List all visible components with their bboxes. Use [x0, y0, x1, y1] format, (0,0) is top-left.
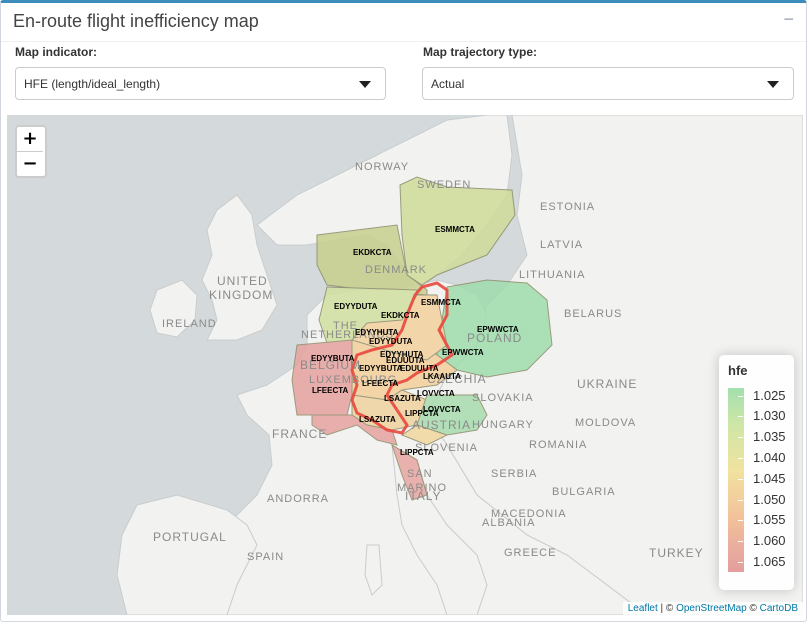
map-canvas: NORWAY SWEDEN ESTONIA LATVIA LITHUANIA D… [116, 115, 803, 615]
region-label: EKDKCTA [353, 248, 392, 257]
legend-tick: 1.050 [746, 492, 786, 507]
country-label: SWEDEN [417, 179, 471, 191]
region-label: EDYYDUTA [369, 337, 413, 346]
indicator-label: Map indicator: [15, 45, 98, 59]
openstreetmap-link[interactable]: OpenStreetMap [676, 603, 747, 614]
trajectory-select-value: Actual [431, 77, 465, 91]
country-label: SLOVAKIA [472, 392, 534, 404]
region-label: EDYYBUTA [359, 364, 403, 373]
country-label: TURKEY [649, 546, 704, 560]
legend-tick: 1.060 [746, 533, 786, 548]
country-label: SAN [407, 468, 433, 480]
legend-tick: 1.035 [746, 429, 786, 444]
region-label: EKDKCTA [381, 311, 420, 320]
country-label: BULGARIA [552, 486, 616, 498]
legend-tick: 1.055 [746, 512, 786, 527]
map-card: En-route flight inefficiency map − Map i… [0, 0, 807, 622]
attribution-separator: | © [657, 603, 677, 614]
region-label: LFEECTA [312, 386, 349, 395]
country-label: HUNGARY [472, 419, 534, 431]
country-label: UKRAINE [577, 377, 637, 391]
region-label: ESMMCTA [435, 225, 475, 234]
country-label: ROMANIA [529, 439, 587, 451]
region-label: EDYYHUTA [355, 328, 399, 337]
chevron-down-icon [767, 81, 779, 88]
country-label: ITALY [405, 489, 442, 503]
country-label: ESTONIA [540, 201, 595, 213]
country-label: FRANCE [272, 427, 327, 441]
region-label: LOVVCTA [417, 389, 455, 398]
country-label: UNITED [217, 274, 268, 288]
zoom-out-button[interactable]: − [17, 152, 43, 176]
legend-title: hfe [728, 363, 748, 378]
region-label: LIPPCTA [405, 409, 439, 418]
legend-tick: 1.025 [746, 388, 786, 403]
page-title: En-route flight inefficiency map [13, 11, 259, 31]
zoom-in-button[interactable]: + [17, 127, 43, 152]
country-label: MOLDOVA [575, 417, 636, 429]
country-label: LATVIA [540, 239, 583, 251]
country-label: AUSTRIA [412, 418, 471, 432]
cartodb-link[interactable]: CartoDB [760, 603, 798, 614]
leaflet-link[interactable]: Leaflet [628, 603, 658, 614]
region-label: LKAAUTA [423, 372, 461, 381]
chevron-down-icon [359, 81, 371, 88]
region-label: ESMMCTA [421, 298, 461, 307]
zoom-control: + − [15, 125, 47, 178]
trajectory-label: Map trajectory type: [423, 45, 538, 59]
country-label: ALBANIA [482, 517, 535, 529]
country-label: PORTUGAL [153, 530, 227, 544]
legend-tick: 1.030 [746, 408, 786, 423]
country-label: IRELAND [162, 318, 217, 330]
country-label: DENMARK [365, 264, 427, 276]
country-label: ANDORRA [267, 493, 329, 505]
country-label: NORWAY [355, 161, 409, 173]
map-attribution: Leaflet | © OpenStreetMap © CartoDB [622, 602, 803, 615]
region-label: LSAZUTA [359, 415, 396, 424]
region-label: LFEECTA [362, 379, 399, 388]
legend-tick: 1.045 [746, 471, 786, 486]
legend-tick: 1.040 [746, 450, 786, 465]
country-label: SPAIN [247, 551, 284, 563]
region-label: EDYYBUTA [311, 354, 355, 363]
region-label: EDYYDUTA [334, 302, 378, 311]
country-label: KINGDOM [209, 288, 273, 302]
country-label: GREECE [504, 547, 556, 559]
region-label: LSAZUTA [384, 394, 421, 403]
attribution-separator: © [746, 603, 760, 614]
legend-tick: 1.065 [746, 554, 786, 569]
country-label: BELARUS [564, 308, 622, 320]
indicator-select-value: HFE (length/ideal_length) [24, 77, 161, 91]
collapse-icon[interactable]: − [783, 9, 794, 30]
indicator-select[interactable]: HFE (length/ideal_length) [15, 67, 386, 100]
trajectory-select[interactable]: Actual [422, 67, 794, 100]
region-label: EPWWCTA [477, 325, 519, 334]
region-label: EPWWCTA [442, 348, 484, 357]
country-label: LITHUANIA [519, 269, 585, 281]
map-view[interactable]: NORWAY SWEDEN ESTONIA LATVIA LITHUANIA D… [7, 115, 803, 615]
country-label: SERBIA [491, 468, 537, 480]
card-header: En-route flight inefficiency map − [1, 3, 806, 42]
region-label: LIPPCTA [400, 448, 434, 457]
map-legend: hfe 1.025 1.030 1.035 1.040 1.045 1.050 … [719, 355, 794, 590]
